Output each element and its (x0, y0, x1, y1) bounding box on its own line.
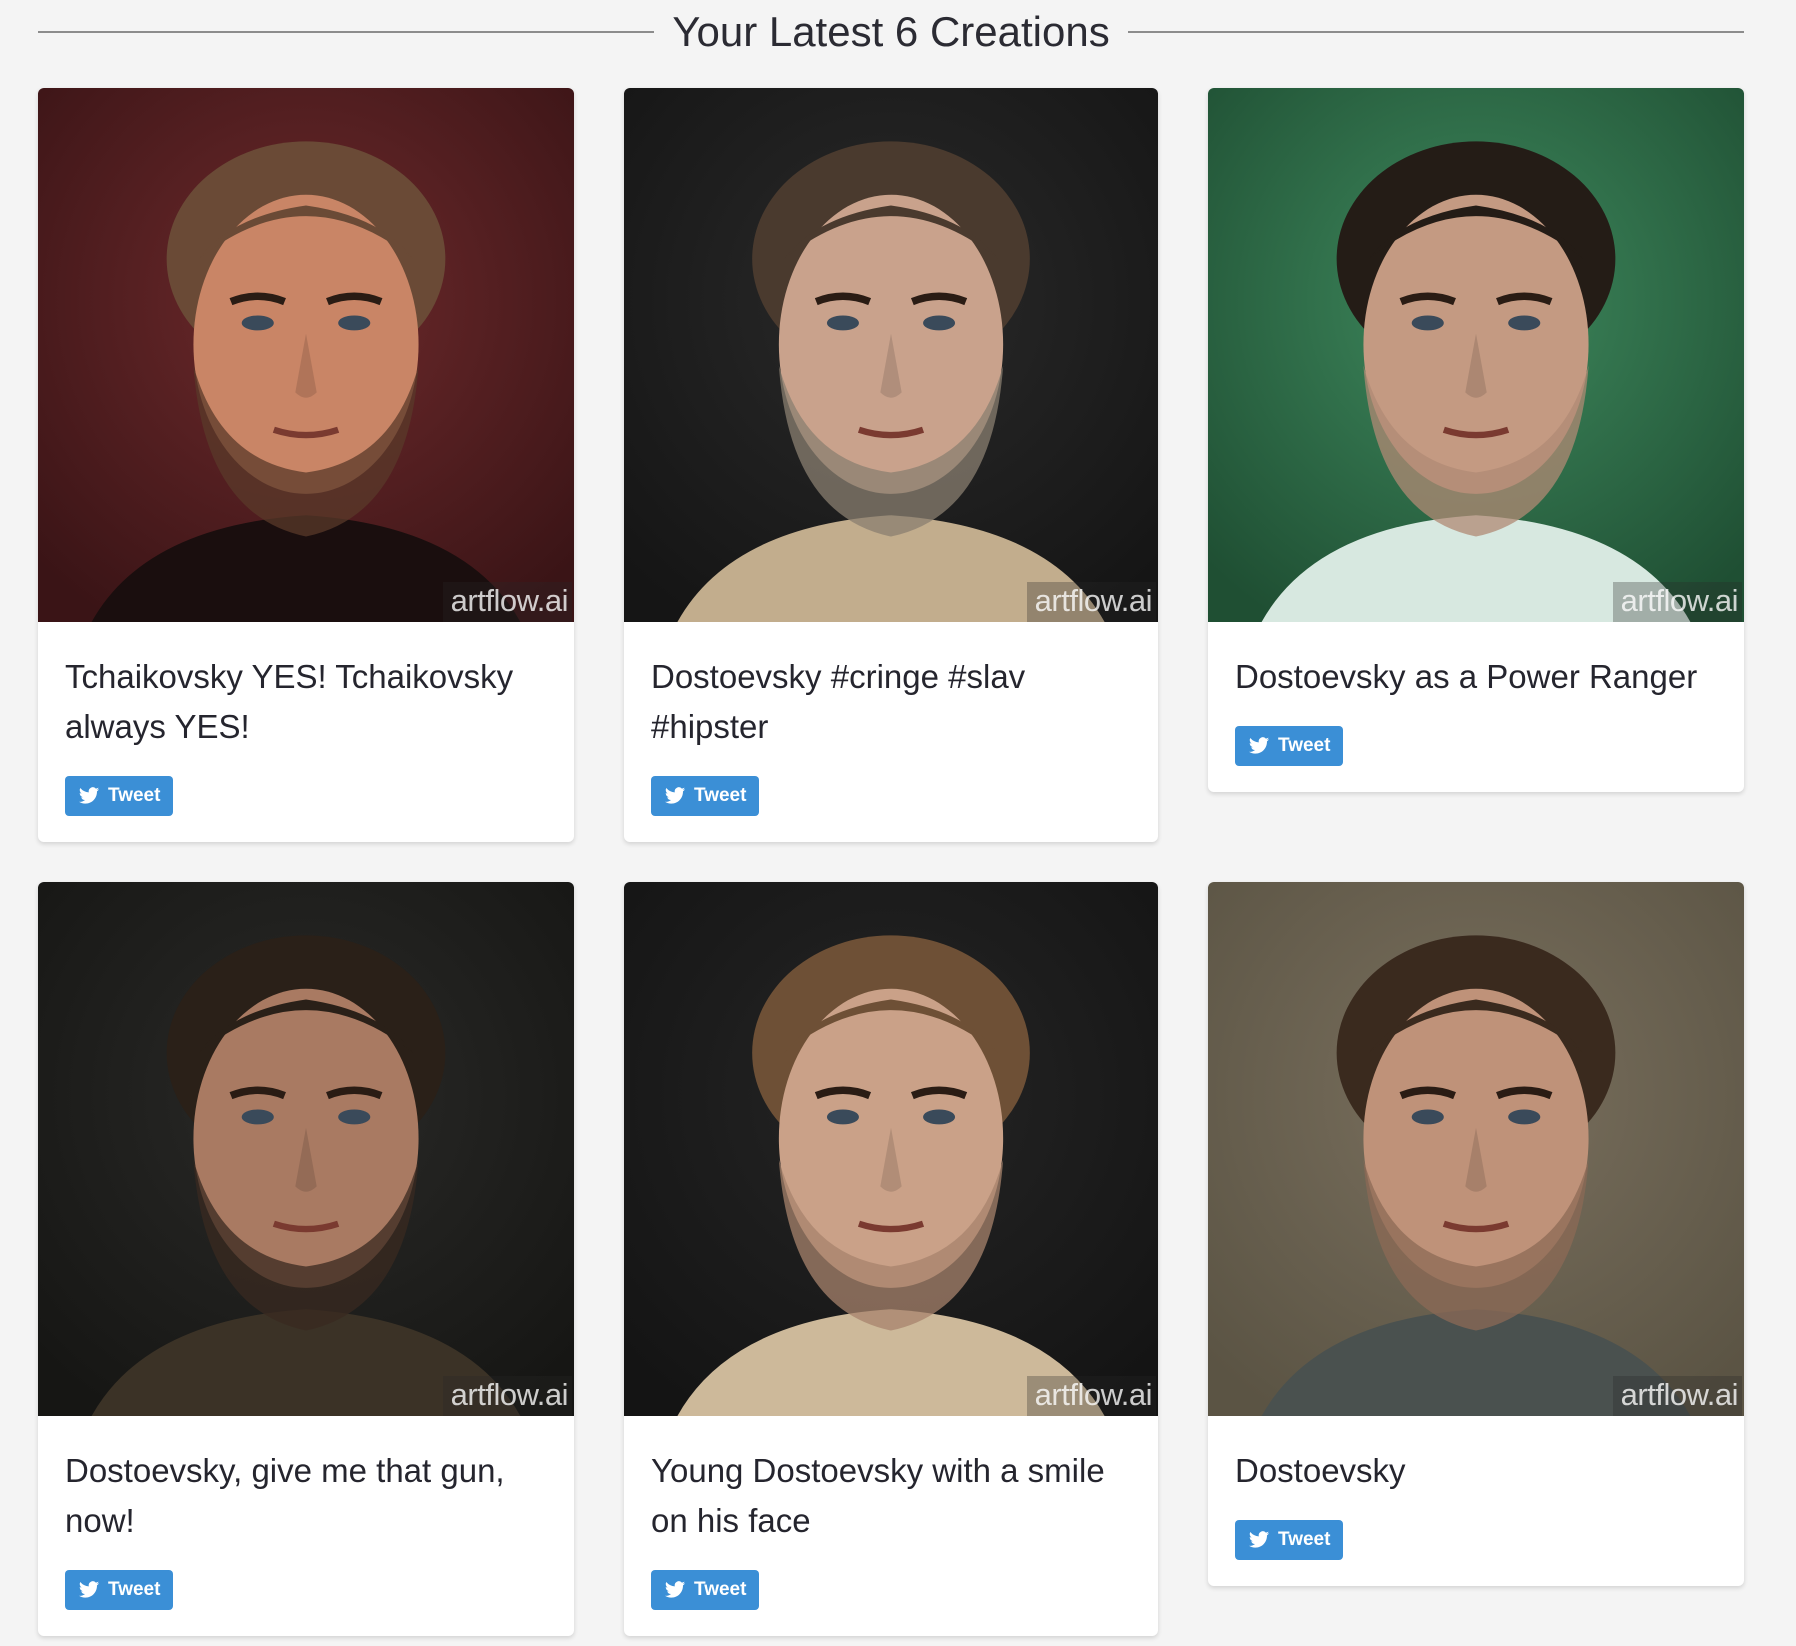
tweet-label: Tweet (694, 1579, 747, 1600)
creation-card: artflow.ai Dostoevsky #cringe #slav #hip… (624, 88, 1158, 842)
twitter-bird-icon (664, 1579, 686, 1601)
creation-card: artflow.ai Tchaikovsky YES! Tchaikovsky … (38, 88, 574, 842)
creation-image[interactable]: artflow.ai (624, 882, 1158, 1416)
section-title: Your Latest 6 Creations (672, 8, 1110, 55)
tweet-label: Tweet (1278, 735, 1331, 756)
creation-card: artflow.ai Dostoevsky, give me that gun,… (38, 882, 574, 1636)
header-rule-left (38, 31, 655, 33)
card-body: Dostoevsky, give me that gun, now! Tweet (38, 1416, 574, 1636)
section-header: Your Latest 6 Creations (38, 0, 1745, 64)
creation-image[interactable]: artflow.ai (624, 88, 1158, 622)
tweet-button[interactable]: Tweet (65, 1570, 174, 1610)
tweet-label: Tweet (108, 1579, 161, 1600)
creation-title: Young Dostoevsky with a smile on his fac… (651, 1452, 1105, 1539)
watermark: artflow.ai (1612, 582, 1742, 622)
tweet-label: Tweet (108, 785, 161, 806)
tweet-button[interactable]: Tweet (651, 776, 760, 816)
card-body: Tchaikovsky YES! Tchaikovsky always YES!… (38, 622, 574, 842)
tweet-label: Tweet (694, 785, 747, 806)
portrait-image (38, 88, 574, 622)
watermark: artflow.ai (1026, 582, 1156, 622)
twitter-bird-icon (1248, 735, 1270, 757)
portrait-image (624, 88, 1158, 622)
portrait-image (624, 882, 1158, 1416)
card-body: Young Dostoevsky with a smile on his fac… (624, 1416, 1158, 1636)
creation-card: artflow.ai Young Dostoevsky with a smile… (624, 882, 1158, 1636)
card-body: Dostoevsky as a Power Ranger Tweet (1208, 622, 1744, 792)
tweet-label: Tweet (1278, 1529, 1331, 1550)
twitter-bird-icon (664, 785, 686, 807)
creation-title: Dostoevsky (1235, 1452, 1406, 1489)
creation-card: artflow.ai Dostoevsky as a Power Ranger … (1208, 88, 1744, 792)
watermark: artflow.ai (442, 582, 572, 622)
creations-grid: artflow.ai Tchaikovsky YES! Tchaikovsky … (38, 88, 1744, 1636)
creation-title: Dostoevsky as a Power Ranger (1235, 658, 1698, 695)
tweet-button[interactable]: Tweet (1235, 726, 1344, 766)
tweet-button[interactable]: Tweet (651, 1570, 760, 1610)
creation-title: Dostoevsky, give me that gun, now! (65, 1452, 505, 1539)
watermark: artflow.ai (1612, 1376, 1742, 1416)
portrait-image (1208, 882, 1744, 1416)
portrait-image (38, 882, 574, 1416)
creation-image[interactable]: artflow.ai (38, 882, 574, 1416)
creation-image[interactable]: artflow.ai (38, 88, 574, 622)
watermark: artflow.ai (1026, 1376, 1156, 1416)
creation-title: Tchaikovsky YES! Tchaikovsky always YES! (65, 658, 514, 745)
twitter-bird-icon (78, 1579, 100, 1601)
creation-title: Dostoevsky #cringe #slav #hipster (651, 658, 1026, 745)
card-body: Dostoevsky #cringe #slav #hipster Tweet (624, 622, 1158, 842)
creation-card: artflow.ai Dostoevsky Tweet (1208, 882, 1744, 1586)
header-rule-right (1127, 31, 1745, 33)
creation-image[interactable]: artflow.ai (1208, 88, 1744, 622)
card-body: Dostoevsky Tweet (1208, 1416, 1744, 1586)
portrait-image (1208, 88, 1744, 622)
twitter-bird-icon (1248, 1529, 1270, 1551)
tweet-button[interactable]: Tweet (1235, 1520, 1344, 1560)
tweet-button[interactable]: Tweet (65, 776, 174, 816)
watermark: artflow.ai (442, 1376, 572, 1416)
creation-image[interactable]: artflow.ai (1208, 882, 1744, 1416)
twitter-bird-icon (78, 785, 100, 807)
